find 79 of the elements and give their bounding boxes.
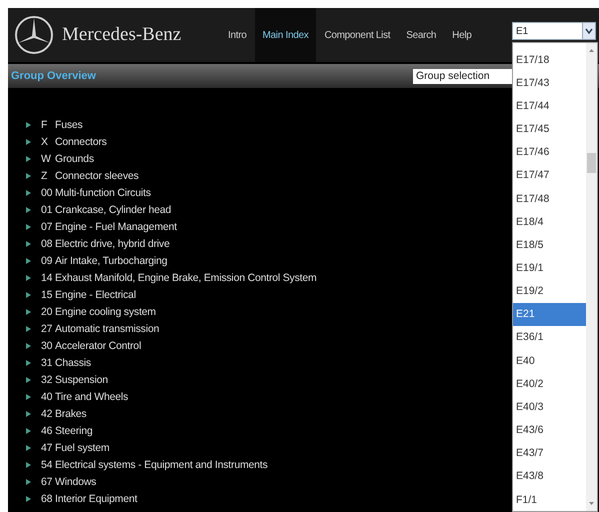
dropdown-option[interactable]: E21 xyxy=(513,302,586,326)
group-item[interactable]: 08 Electric drive, hybrid drive xyxy=(26,235,170,252)
bullet-icon xyxy=(26,274,31,280)
bullet-icon xyxy=(26,496,31,502)
caret-icon xyxy=(582,23,595,39)
group-item[interactable]: 54 Electrical systems - Equipment and Instruments xyxy=(26,456,268,473)
group-item[interactable]: 07 Engine - Fuel Management xyxy=(26,218,177,235)
bullet-icon xyxy=(26,478,31,484)
group-item[interactable]: Z Connector sleeves xyxy=(26,167,139,184)
bullet-icon xyxy=(26,326,31,332)
group-item[interactable]: 15 Engine - Electrical xyxy=(26,286,136,303)
group-title: Group Overview xyxy=(11,70,97,82)
group-item[interactable]: 42 Brakes xyxy=(26,405,86,422)
bullet-icon xyxy=(26,224,31,230)
group-item[interactable]: 31 Chassis xyxy=(26,354,91,371)
group-item[interactable]: 30 Accelerator Control xyxy=(26,337,142,354)
nav-tab[interactable]: Component List xyxy=(316,8,398,62)
scrollbar-thumb[interactable] xyxy=(587,153,596,173)
group-item[interactable]: 00 Multi-function Circuits xyxy=(26,184,151,201)
bullet-icon xyxy=(26,410,31,416)
dropdown-option[interactable]: E18/5 xyxy=(513,233,586,256)
dropdown-option[interactable]: E43/6 xyxy=(513,418,586,442)
dropdown-option[interactable]: E40/2 xyxy=(513,372,586,396)
dropdown-option[interactable]: E17/46 xyxy=(513,140,586,164)
dropdown-option[interactable]: E40 xyxy=(513,349,586,372)
bullet-icon xyxy=(26,156,31,162)
dropdown-option[interactable]: E17/48 xyxy=(513,186,586,210)
group-item[interactable]: 40 Tire and Wheels xyxy=(26,388,128,405)
group-item[interactable]: 32 Suspension xyxy=(26,371,108,388)
nav-tab[interactable]: Search xyxy=(398,8,444,62)
bullet-icon xyxy=(26,292,31,298)
dropdown-option[interactable]: E17/43 xyxy=(513,71,586,94)
group-item[interactable]: F Fuses xyxy=(26,116,83,133)
dropdown-option[interactable]: E43/8 xyxy=(513,464,586,488)
group-item[interactable]: 09 Air Intake, Turbocharging xyxy=(26,252,168,269)
dropdown-option[interactable]: E17/45 xyxy=(513,117,586,141)
group-item[interactable]: 01 Crankcase, Cylinder head xyxy=(26,201,172,218)
logo-icon xyxy=(14,15,54,55)
dropdown-option[interactable]: E40/3 xyxy=(513,395,586,418)
dropdown-option[interactable]: E43/7 xyxy=(513,442,586,465)
bullet-icon xyxy=(26,342,31,348)
group-item[interactable]: X Connectors xyxy=(26,133,107,150)
bullet-icon xyxy=(26,376,31,382)
bullet-icon xyxy=(26,138,31,144)
dropdown-option[interactable]: E17/18 xyxy=(513,48,586,72)
component-dropdown[interactable]: E1 xyxy=(512,22,596,40)
bullet-icon xyxy=(26,258,31,264)
brand-name: Mercedes-Benz xyxy=(62,24,182,46)
bullet-icon xyxy=(26,444,31,450)
group-item[interactable]: 68 Interior Equipment xyxy=(26,490,138,507)
group-select-field[interactable]: Group selection xyxy=(413,68,513,84)
dropdown-option[interactable]: E17/44 xyxy=(513,94,586,118)
bullet-icon xyxy=(26,206,31,212)
bullet-icon xyxy=(26,240,31,246)
bullet-icon xyxy=(26,428,31,434)
bullet-icon xyxy=(26,122,31,128)
bullet-icon xyxy=(26,394,31,400)
nav-tab[interactable]: Intro xyxy=(220,8,255,62)
bullet-icon xyxy=(26,190,31,196)
dropdown-option[interactable]: E17/47 xyxy=(513,164,586,187)
bullet-icon xyxy=(26,462,31,468)
group-item[interactable]: 27 Automatic transmission xyxy=(26,320,160,337)
group-item[interactable]: 14 Exhaust Manifold, Engine Brake, Emission Control System xyxy=(26,269,317,286)
bullet-icon xyxy=(26,308,31,314)
bullet-icon xyxy=(26,172,31,178)
dropdown-option[interactable]: F1/1 xyxy=(513,488,586,512)
group-item[interactable]: 67 Windows xyxy=(26,473,96,490)
dropdown-option[interactable]: E36/1 xyxy=(513,326,586,350)
bullet-icon xyxy=(26,360,31,366)
dropdown-option[interactable]: E19/1 xyxy=(513,256,586,280)
dropdown-option[interactable]: E19/2 xyxy=(513,280,586,303)
group-item[interactable]: 47 Fuel system xyxy=(26,439,110,456)
group-item[interactable]: W Grounds xyxy=(26,150,94,167)
group-item[interactable]: 46 Steering xyxy=(26,422,93,439)
group-item[interactable]: 20 Engine cooling system xyxy=(26,303,156,320)
scrollbar[interactable] xyxy=(586,43,597,511)
dropdown-option[interactable]: E18/4 xyxy=(513,210,586,234)
nav-tab[interactable]: Help xyxy=(444,8,480,62)
nav-tab[interactable]: Main Index xyxy=(254,8,316,62)
